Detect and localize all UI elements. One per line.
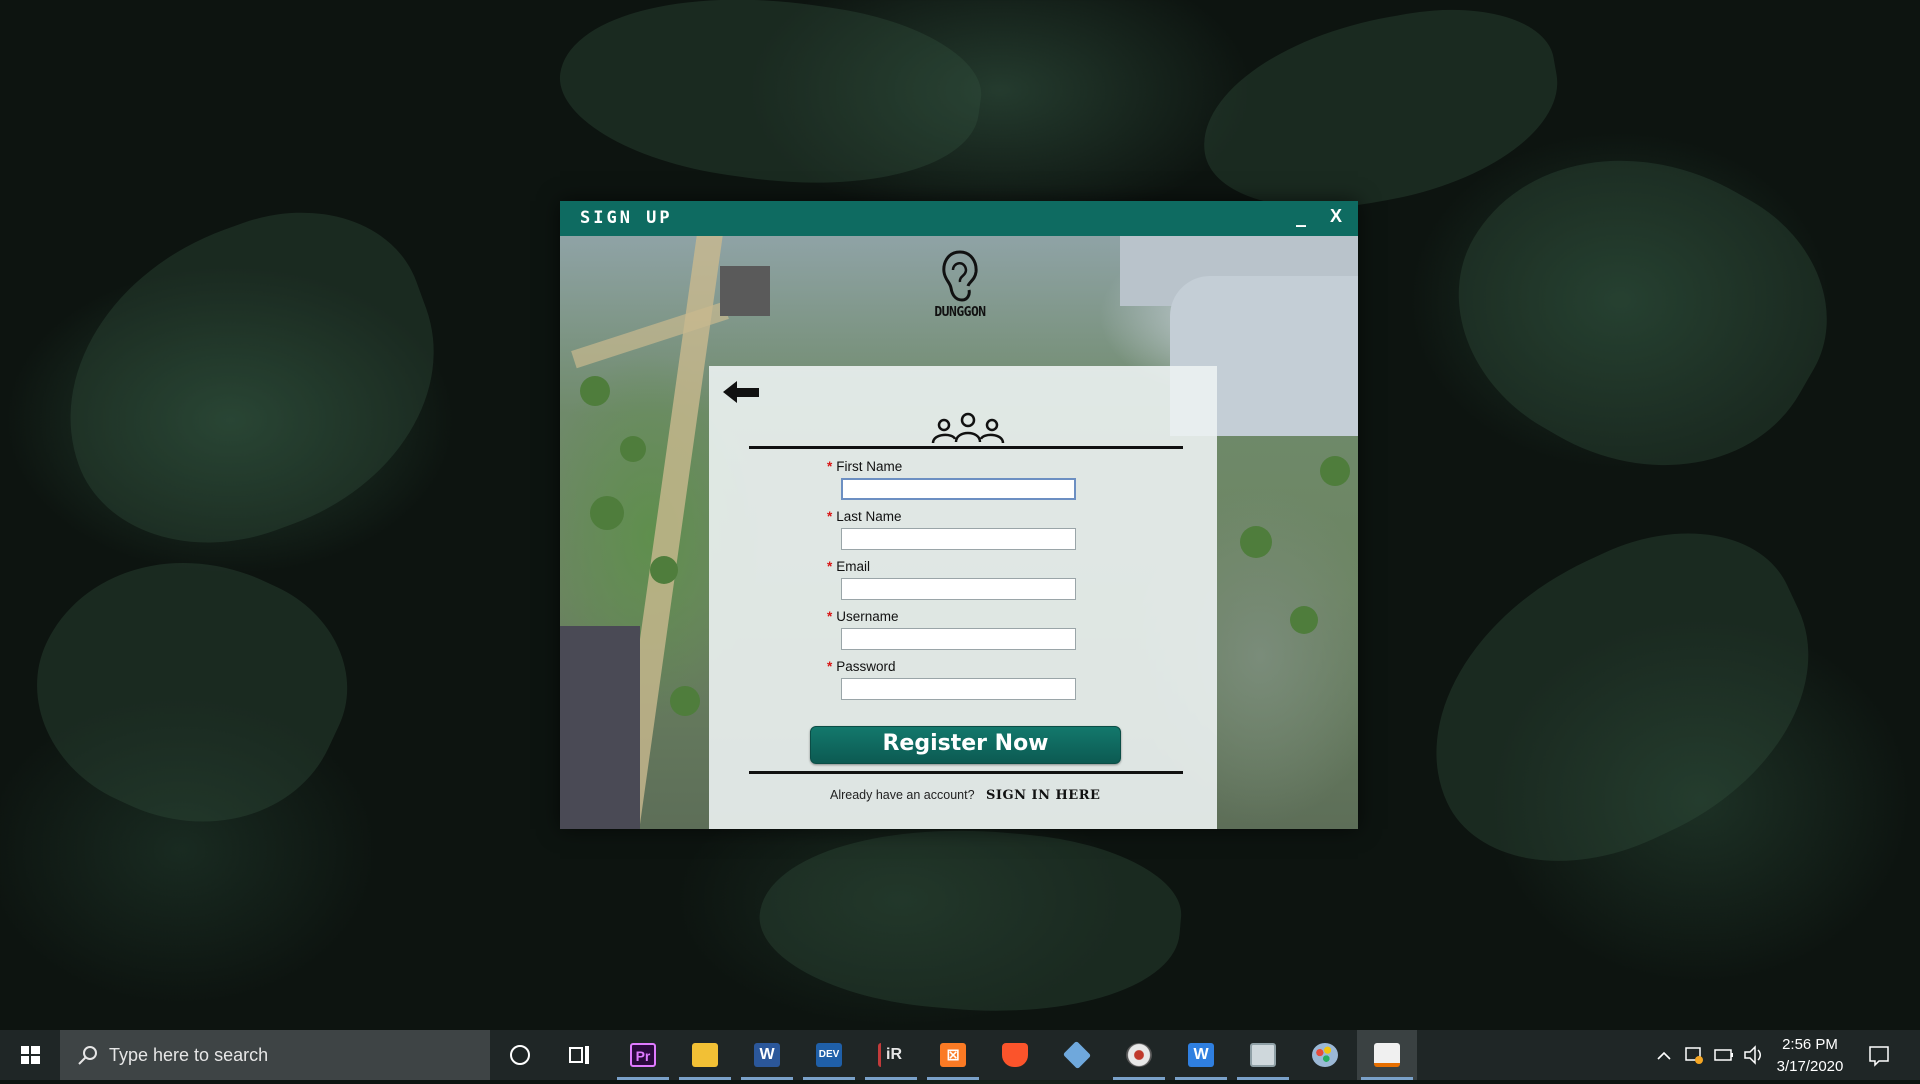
java-app-icon [1374,1043,1400,1067]
windows-logo-icon [21,1046,40,1064]
taskbar-brave[interactable] [985,1030,1045,1080]
ireport-icon: iR [878,1043,907,1067]
last-name-field[interactable] [841,528,1076,550]
signup-form-panel: * First Name * Last Name * Email * Username … [709,366,1217,829]
taskbar-paint[interactable] [1295,1030,1355,1080]
username-label: * Username [827,609,899,624]
task-view-icon [569,1046,589,1064]
brand-name: DUNGGON [934,305,986,320]
signup-window: SIGN UP _ X DUNGGON * First Name * Last … [560,201,1358,829]
file-explorer-icon [692,1043,718,1067]
window-title: SIGN UP [580,208,673,228]
screen-app-icon [1250,1043,1276,1067]
taskbar-virtualbox[interactable] [1047,1030,1107,1080]
taskbar-dev-cpp[interactable]: DEV [799,1030,859,1080]
divider-bottom [749,771,1183,774]
media-player-icon [1126,1043,1152,1067]
battery-icon[interactable] [1712,1030,1736,1080]
close-button[interactable]: X [1330,206,1342,227]
taskbar-java-app[interactable] [1357,1030,1417,1080]
sign-in-link[interactable]: SIGN IN HERE [986,788,1100,803]
taskbar-screen-app[interactable] [1233,1030,1293,1080]
dunggon-logo: DUNGGON [934,248,986,328]
taskbar-word[interactable]: W [737,1030,797,1080]
virtualbox-cube-icon [1062,1040,1092,1070]
taskbar-search-box[interactable]: Type here to search [60,1030,490,1080]
paint-icon [1312,1043,1338,1067]
password-field[interactable] [841,678,1076,700]
register-now-button[interactable]: Register Now [810,726,1121,764]
taskbar-ireport[interactable]: iR [861,1030,921,1080]
task-view-button[interactable] [550,1030,610,1080]
ear-logo-icon [942,250,978,302]
system-clock[interactable]: 2:56 PM 3/17/2020 [1760,1034,1860,1078]
back-arrow-icon[interactable] [721,378,761,406]
first-name-field[interactable] [841,478,1076,500]
show-hidden-icons-chevron-up-icon[interactable] [1652,1030,1676,1080]
taskbar-xampp[interactable]: ⊠ [923,1030,983,1080]
taskbar-file-explorer[interactable] [675,1030,735,1080]
action-center-notification-icon[interactable] [1866,1030,1892,1080]
last-name-label: * Last Name [827,509,902,524]
cortana-button[interactable] [490,1030,550,1080]
password-label: * Password [827,659,896,674]
wps-writer-icon: W [1188,1043,1214,1067]
search-icon [78,1046,97,1065]
users-group-icon [931,412,1005,444]
start-button[interactable] [0,1030,60,1080]
xampp-icon: ⊠ [940,1043,966,1067]
word-icon: W [754,1043,780,1067]
dev-cpp-icon: DEV [816,1043,842,1067]
network-warning-icon[interactable] [1682,1030,1706,1080]
taskbar-wps-writer[interactable]: W [1171,1030,1231,1080]
campus-background-image: DUNGGON *First Name *Last Name *Email [560,236,1358,829]
premiere-pro-icon: Pr [630,1043,656,1067]
taskbar-media-player[interactable] [1109,1030,1169,1080]
signin-prompt: Already have an account? SIGN IN HERE [830,788,1100,803]
signin-prompt-text: Already have an account? [830,788,975,802]
clock-date: 3/17/2020 [1776,1058,1844,1075]
minimize-button[interactable]: _ [1296,203,1306,227]
email-label: * Email [827,559,871,574]
divider-top [749,446,1183,449]
taskbar: Type here to search Pr W DEV iR ⊠ W 2:56… [0,1030,1920,1080]
clock-time: 2:56 PM [1782,1036,1838,1053]
first-name-label: * First Name [827,459,903,474]
cortana-icon [510,1045,530,1065]
brave-browser-icon [1002,1043,1028,1067]
taskbar-premiere-pro[interactable]: Pr [613,1030,673,1080]
title-bar[interactable]: SIGN UP _ X [560,201,1358,236]
username-field[interactable] [841,628,1076,650]
email-field[interactable] [841,578,1076,600]
search-placeholder: Type here to search [109,1045,269,1065]
